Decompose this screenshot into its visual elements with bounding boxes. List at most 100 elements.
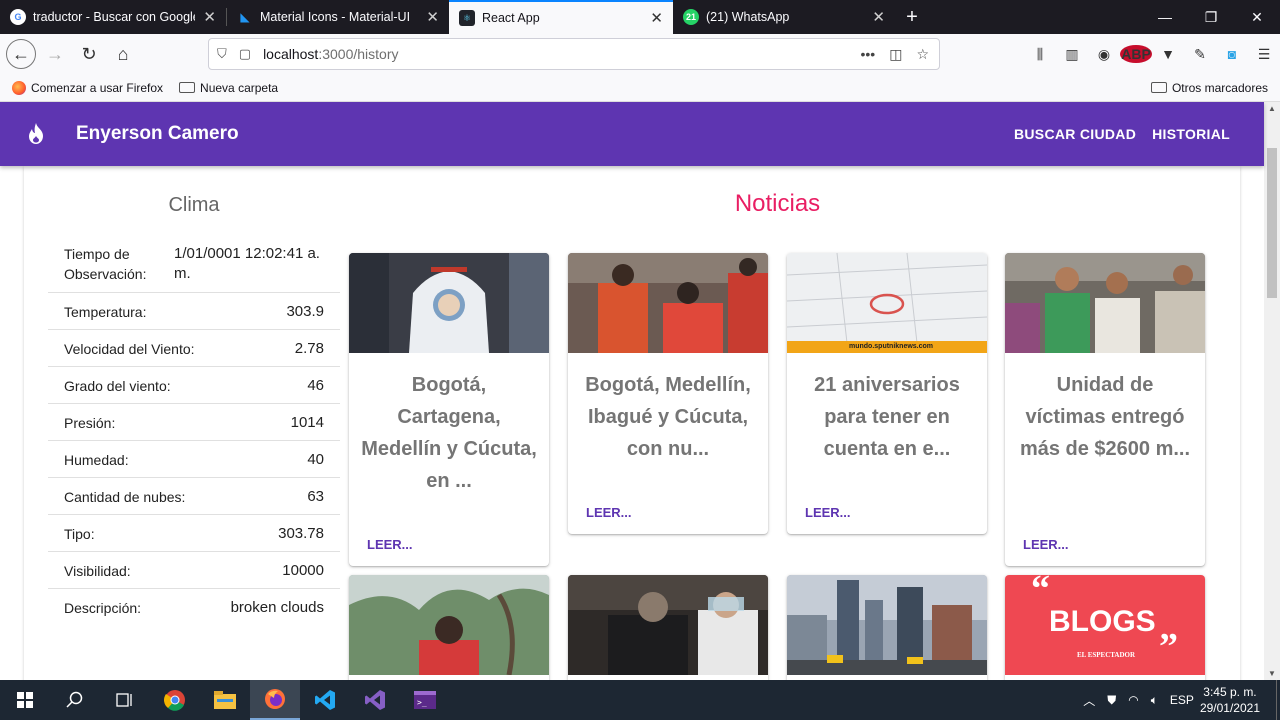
new-tab-icon[interactable]: +: [895, 0, 929, 34]
extension-square-icon[interactable]: ◙: [1216, 46, 1248, 62]
firefox-taskbar-icon[interactable]: [250, 680, 300, 720]
page-scrollbar[interactable]: ▲ ▼: [1264, 102, 1280, 680]
bookmark-star-icon[interactable]: ☆: [916, 46, 929, 63]
adblock-icon[interactable]: ABP: [1120, 45, 1152, 63]
account-icon[interactable]: ◉: [1088, 46, 1120, 63]
bookmark-firefox[interactable]: Comenzar a usar Firefox: [12, 80, 163, 95]
url-bar[interactable]: ⛉ ▢ localhost :3000/history ••• ◫ ☆: [208, 38, 940, 70]
news-image: [349, 575, 549, 675]
vscode-icon[interactable]: [300, 680, 350, 720]
blogs-image-text: BLOGS: [1049, 605, 1156, 638]
whatsapp-icon: 21: [683, 9, 699, 25]
clock[interactable]: 3:45 p. m. 29/01/2021: [1200, 684, 1260, 716]
weather-label: Grado del viento:: [64, 378, 171, 394]
chrome-icon[interactable]: [150, 680, 200, 720]
minimize-icon[interactable]: —: [1142, 0, 1188, 34]
scrollbar-thumb[interactable]: [1267, 148, 1277, 298]
tab-react-app[interactable]: ⚛ React App ✕: [449, 0, 673, 34]
home-icon[interactable]: ⌂: [108, 39, 138, 69]
tab-google[interactable]: G traductor - Buscar con Google ✕: [0, 0, 226, 34]
news-image: [1005, 253, 1205, 353]
page-actions-icon[interactable]: •••: [860, 46, 875, 63]
pocket-icon[interactable]: ◫: [889, 46, 902, 63]
news-card[interactable]: [349, 575, 549, 680]
tab-title: (21) WhatsApp: [706, 10, 790, 24]
file-explorer-icon[interactable]: [200, 680, 250, 720]
tab-material-icons[interactable]: ◣ Material Icons - Material-UI ✕: [227, 0, 449, 34]
news-card[interactable]: Unidad de víctimas entregó más de $2600 …: [1005, 253, 1205, 566]
news-card-title: Bogotá, Medellín, Ibagué y Cúcuta, con n…: [585, 374, 751, 460]
news-card[interactable]: Bogotá, Medellín, Ibagué y Cúcuta, con n…: [568, 253, 768, 534]
scroll-up-icon[interactable]: ▲: [1264, 104, 1280, 113]
restore-icon[interactable]: ❐: [1188, 0, 1234, 34]
news-card[interactable]: mundo.sputniknews.com 21 aniversarios pa…: [787, 253, 987, 534]
read-more-button[interactable]: LEER...: [586, 505, 632, 520]
language-indicator[interactable]: ESP: [1170, 693, 1194, 707]
weather-row: Presión: 1014: [48, 404, 340, 441]
news-card[interactable]: “ BLOGS ” EL ESPECTADOR: [1005, 575, 1205, 680]
wifi-icon[interactable]: ◠: [1128, 693, 1138, 707]
browser-tab-strip: G traductor - Buscar con Google ✕ ◣ Mate…: [0, 0, 1280, 34]
news-image: [787, 575, 987, 675]
reload-icon[interactable]: ↻: [74, 39, 104, 69]
other-bookmarks[interactable]: Otros marcadores: [1150, 81, 1268, 95]
notification-icon[interactable]: [1276, 680, 1280, 720]
page-viewport: Enyerson Camero BUSCAR CIUDAD HISTORIAL …: [0, 102, 1280, 680]
forward-arrow-icon[interactable]: →: [40, 39, 70, 69]
flame-icon[interactable]: [24, 122, 48, 146]
tab-title: Material Icons - Material-UI: [260, 10, 411, 24]
app-brand[interactable]: Enyerson Camero: [76, 123, 239, 145]
menu-icon[interactable]: ☰: [1248, 46, 1280, 63]
page-info-icon[interactable]: ▢: [239, 46, 251, 62]
close-tab-icon[interactable]: ✕: [872, 8, 885, 26]
news-card-title: Bogotá, Cartagena, Medellín y Cúcuta, en…: [361, 374, 537, 492]
weather-label: Tipo:: [64, 526, 95, 542]
shield-icon[interactable]: ⛉: [217, 46, 227, 62]
close-tab-icon[interactable]: ✕: [650, 9, 663, 27]
system-tray: ︿ ⛊ ◠ 🔈︎ ESP 3:45 p. m. 29/01/2021: [1077, 680, 1280, 720]
library-icon[interactable]: ⫼: [1024, 46, 1056, 63]
tray-chevron-icon[interactable]: ︿: [1083, 692, 1095, 709]
weather-row: Descripción: broken clouds: [48, 589, 340, 626]
tab-whatsapp[interactable]: 21 (21) WhatsApp ✕: [673, 0, 895, 34]
extension-v-icon[interactable]: ▼: [1152, 46, 1184, 62]
eyedropper-icon[interactable]: ✎: [1184, 46, 1216, 63]
defender-icon[interactable]: ⛊: [1107, 693, 1116, 708]
nav-historial[interactable]: HISTORIAL: [1144, 118, 1238, 150]
weather-value: 303.9: [286, 303, 324, 320]
read-more-button[interactable]: LEER...: [1023, 537, 1069, 552]
scroll-down-icon[interactable]: ▼: [1264, 669, 1280, 678]
news-card[interactable]: Bogotá, Cartagena, Medellín y Cúcuta, en…: [349, 253, 549, 566]
sidebar-icon[interactable]: ▥: [1056, 46, 1088, 63]
search-icon[interactable]: [50, 680, 100, 720]
read-more-button[interactable]: LEER...: [367, 537, 413, 552]
task-view-icon[interactable]: [100, 680, 150, 720]
quote-open-icon: “: [1031, 575, 1050, 610]
terminal-icon[interactable]: >_: [400, 680, 450, 720]
news-image: [349, 253, 549, 353]
read-more-button[interactable]: LEER...: [805, 505, 851, 520]
weather-row: Velocidad del Viento: 2.78: [48, 330, 340, 367]
close-tab-icon[interactable]: ✕: [426, 8, 439, 26]
weather-value: 2.78: [294, 340, 324, 357]
volume-icon[interactable]: 🔈︎: [1151, 693, 1158, 708]
news-card[interactable]: [787, 575, 987, 680]
close-tab-icon[interactable]: ✕: [203, 8, 216, 26]
window-controls: — ❐ ✕: [1142, 0, 1280, 34]
material-ui-icon: ◣: [240, 10, 250, 24]
app-bar: Enyerson Camero BUSCAR CIUDAD HISTORIAL: [0, 102, 1264, 166]
close-window-icon[interactable]: ✕: [1234, 0, 1280, 34]
news-card[interactable]: [568, 575, 768, 680]
visual-studio-icon[interactable]: [350, 680, 400, 720]
weather-title: Clima: [168, 194, 220, 216]
clock-time: 3:45 p. m.: [1203, 685, 1257, 699]
back-arrow-icon[interactable]: ←: [6, 39, 36, 69]
news-image: “ BLOGS ” EL ESPECTADOR: [1005, 575, 1205, 675]
bookmark-folder[interactable]: Nueva carpeta: [179, 81, 278, 95]
windows-start-icon[interactable]: [0, 680, 50, 720]
toolbar-icons: ⫼ ▥ ◉ ABP ▼ ✎ ◙ ☰: [1024, 34, 1280, 74]
weather-label: Humedad:: [64, 452, 129, 468]
nav-buscar-ciudad[interactable]: BUSCAR CIUDAD: [1006, 118, 1144, 150]
url-host: localhost: [263, 46, 319, 62]
weather-value: 1014: [290, 414, 324, 431]
